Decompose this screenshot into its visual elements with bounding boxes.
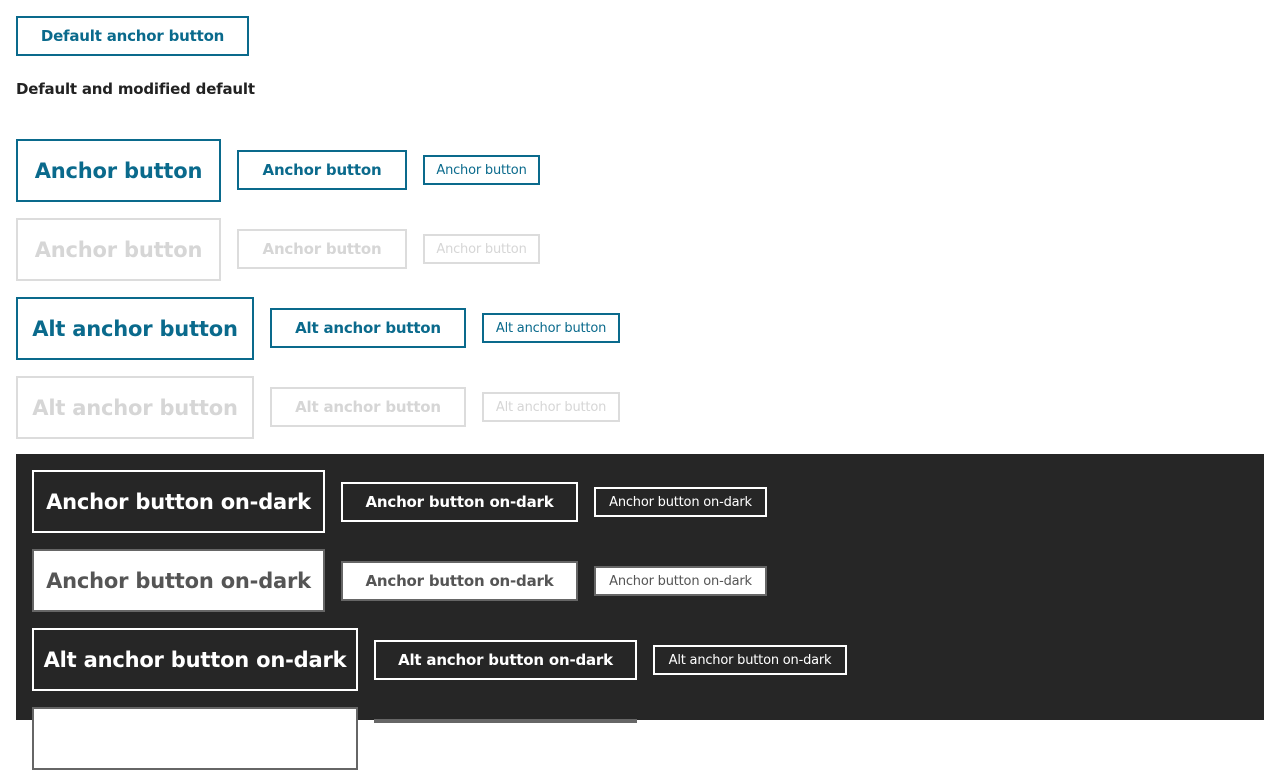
alt-anchor-button-on-dark-small[interactable]: Alt anchor button on-dark	[653, 645, 847, 675]
anchor-button-on-dark-large[interactable]: Anchor button on-dark	[32, 470, 325, 533]
alt-anchor-button-small-disabled: Alt anchor button	[482, 392, 620, 422]
alt-anchor-button-small[interactable]: Alt anchor button	[482, 313, 620, 343]
alt-anchor-button-on-dark-large-disabled	[32, 707, 358, 770]
anchor-button-on-dark-small[interactable]: Anchor button on-dark	[594, 487, 767, 517]
alt-anchor-button-large-disabled: Alt anchor button	[16, 376, 254, 439]
default-anchor-button[interactable]: Default anchor button	[16, 16, 249, 56]
section-heading: Default and modified default	[16, 80, 255, 98]
anchor-button-large-disabled: Anchor button	[16, 218, 221, 281]
alt-anchor-button-on-dark-large[interactable]: Alt anchor button on-dark	[32, 628, 358, 691]
anchor-button-on-dark-small-disabled: Anchor button on-dark	[594, 566, 767, 596]
alt-anchor-button-on-dark-medium[interactable]: Alt anchor button on-dark	[374, 640, 637, 680]
anchor-button-medium-disabled: Anchor button	[237, 229, 407, 269]
anchor-button-small[interactable]: Anchor button	[423, 155, 540, 185]
anchor-button-on-dark-medium[interactable]: Anchor button on-dark	[341, 482, 578, 522]
anchor-button-medium[interactable]: Anchor button	[237, 150, 407, 190]
alt-anchor-button-large[interactable]: Alt anchor button	[16, 297, 254, 360]
anchor-button-on-dark-medium-disabled: Anchor button on-dark	[341, 561, 578, 601]
alt-anchor-button-medium[interactable]: Alt anchor button	[270, 308, 466, 348]
alt-anchor-button-medium-disabled: Alt anchor button	[270, 387, 466, 427]
anchor-button-on-dark-large-disabled: Anchor button on-dark	[32, 549, 325, 612]
anchor-button-large[interactable]: Anchor button	[16, 139, 221, 202]
anchor-button-small-disabled: Anchor button	[423, 234, 540, 264]
